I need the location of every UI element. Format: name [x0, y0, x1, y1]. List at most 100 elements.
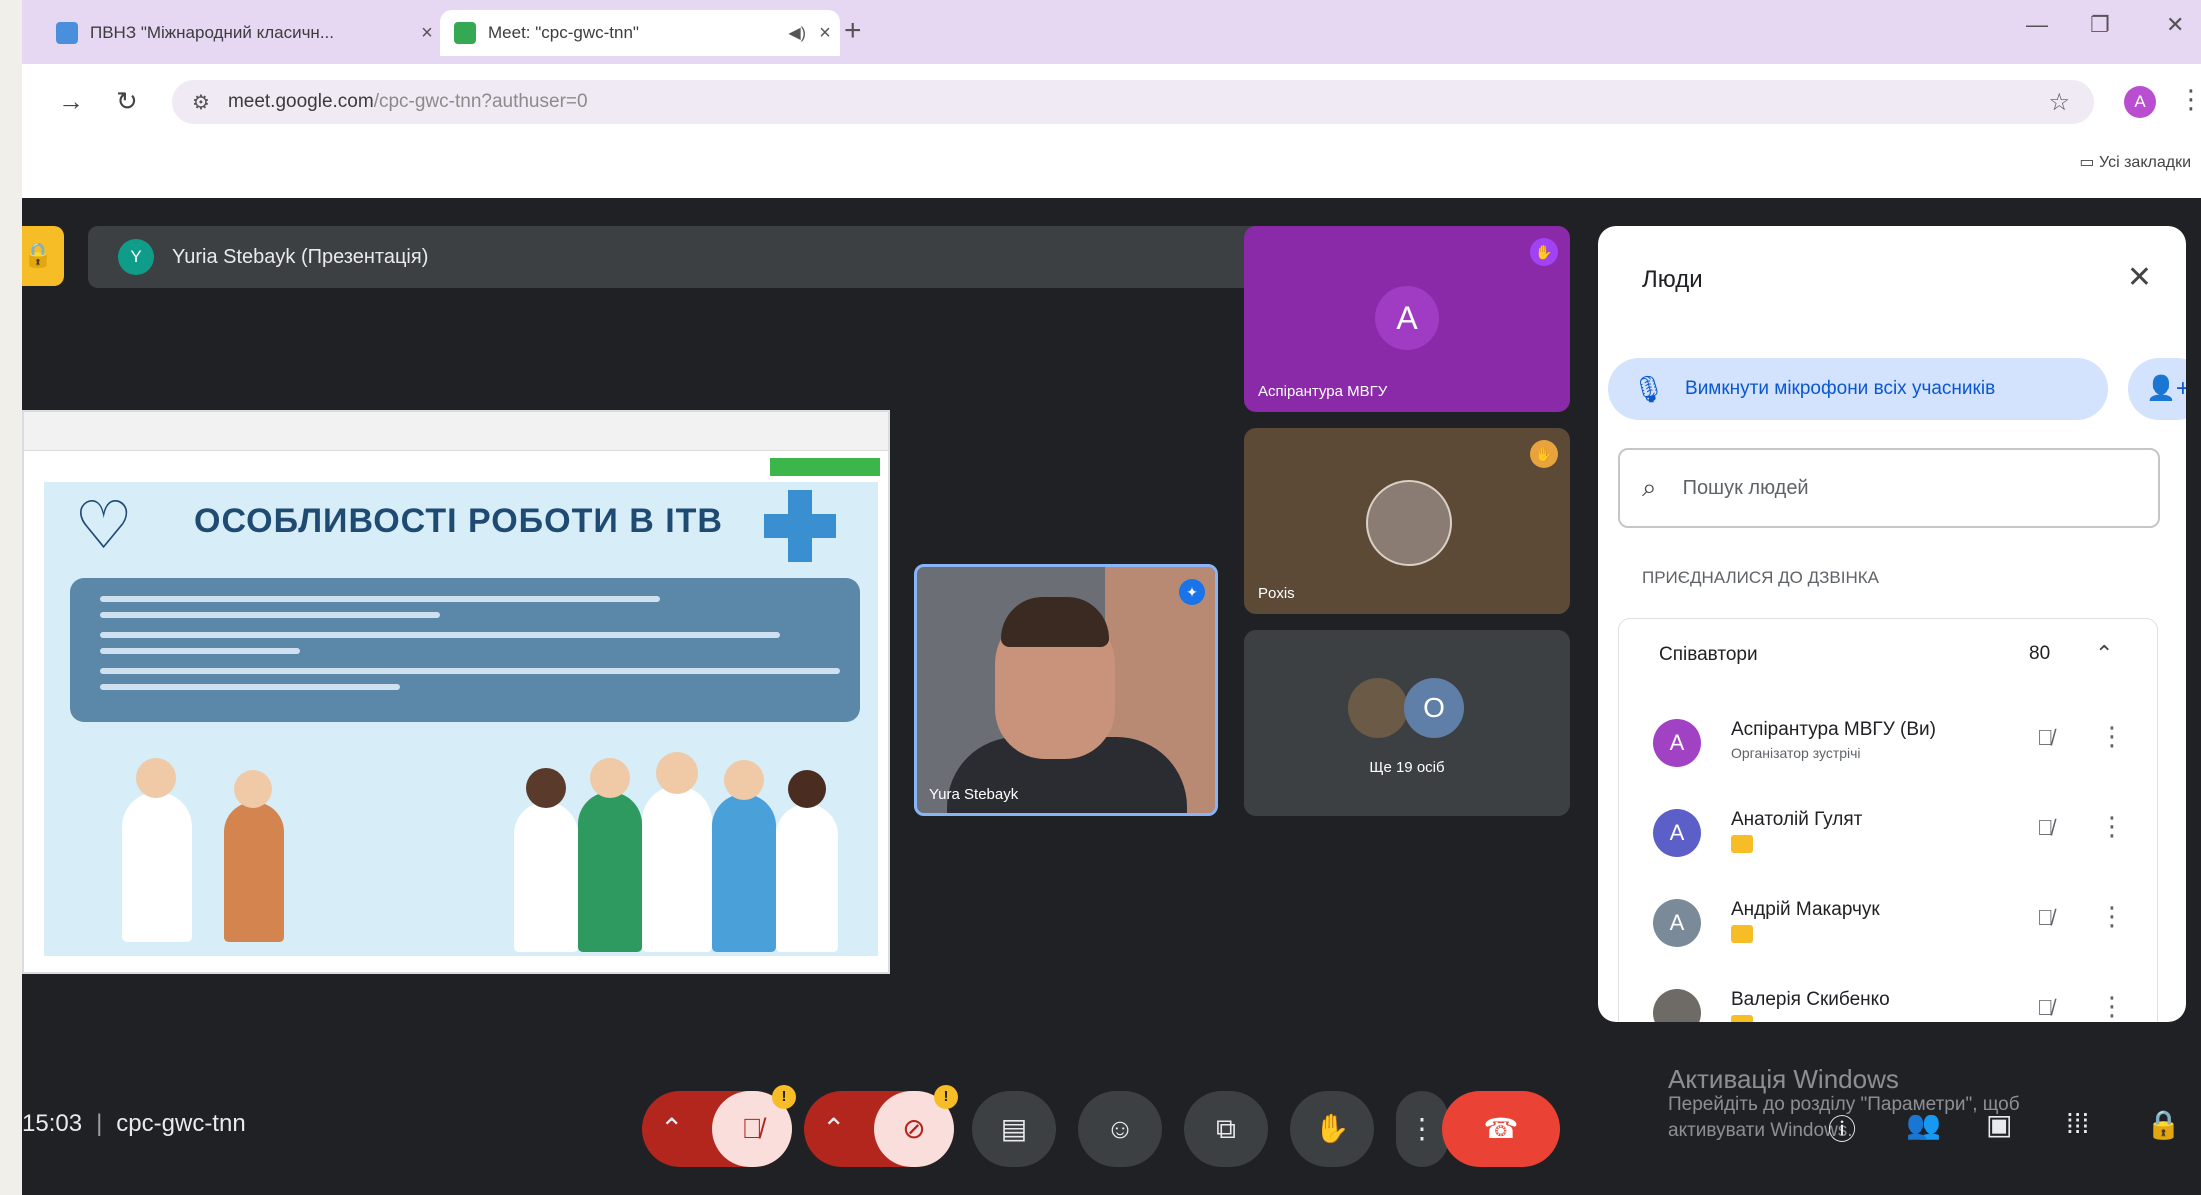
slide-text-line — [100, 632, 780, 638]
pin-icon[interactable]: ✦ — [1179, 579, 1205, 605]
mic-options-chevron-icon[interactable]: ⌃ — [660, 1091, 683, 1167]
raised-hand-icon: ✋ — [1530, 238, 1558, 266]
shared-window-button — [770, 458, 880, 476]
person-name: Андрій Макарчук — [1731, 899, 1880, 920]
hand-badge-icon — [1731, 1015, 1753, 1022]
add-people-button[interactable]: 👤+ — [2128, 358, 2186, 420]
section-heading: ПРИЄДНАЛИСЯ ДО ДЗВІНКА — [1642, 568, 1879, 587]
microphone-button[interactable]: 🎙̸! — [712, 1085, 796, 1167]
reload-icon[interactable]: ↻ — [116, 86, 138, 117]
captions-button[interactable]: ▤ — [972, 1091, 1056, 1167]
hand-badge-icon — [1731, 925, 1753, 943]
forward-icon[interactable]: → — [58, 86, 84, 117]
warning-icon: ! — [934, 1085, 958, 1109]
presentation-screen[interactable]: ♡ ОСОБЛИВОСТІ РОБОТИ В ІТВ — [22, 410, 890, 974]
person-name: Валерія Скибенко — [1731, 989, 1890, 1010]
person-row[interactable]: Валерія Скибенко 🎙̸ ⋮ — [1619, 975, 2157, 1022]
close-tab-icon[interactable]: × — [412, 22, 442, 45]
participant-name: Yura Stebayk — [929, 786, 1019, 803]
participant-name: Poxis — [1258, 585, 1295, 602]
address-bar[interactable]: ⚙ meet.google.com/cpc-gwc-tnn?authuser=0… — [172, 80, 2094, 124]
more-options-button[interactable]: ⋮ — [1396, 1091, 1448, 1167]
browser-toolbar: → ↻ ⚙ meet.google.com/cpc-gwc-tnn?authus… — [22, 64, 2201, 140]
participant-tile[interactable]: ✋ A Аспірантура МВГУ — [1244, 226, 1570, 412]
raise-hand-button[interactable]: ✋ — [1290, 1091, 1374, 1167]
people-icon[interactable]: 👥 — [1906, 1108, 1941, 1141]
browser-window: ПВНЗ "Міжнародний класичн... × Meet: "cp… — [22, 0, 2201, 1195]
tab-university[interactable]: ПВНЗ "Міжнародний класичн... × — [42, 10, 442, 56]
group-name: Співавтори — [1659, 644, 1758, 665]
person-row[interactable]: A Аспірантура МВГУ (Ви) Організатор зуст… — [1619, 705, 2157, 785]
slide-content: ♡ ОСОБЛИВОСТІ РОБОТИ В ІТВ — [44, 482, 878, 956]
speaker-icon[interactable]: ◀) — [788, 23, 806, 43]
site-settings-icon[interactable]: ⚙ — [192, 90, 210, 115]
presenter-name: Yuria Stebayk (Презентація) — [172, 245, 429, 268]
slide-text-box — [70, 578, 860, 722]
person-row[interactable]: A Анатолій Гулят 🎙̸ ⋮ — [1619, 795, 2157, 875]
more-options-icon[interactable]: ⋮ — [2099, 991, 2125, 1022]
camera-control-group: ⌃ ⊘! — [804, 1085, 958, 1167]
slide-text-line — [100, 596, 660, 602]
activities-icon[interactable]: ⁞⁞⁞ — [2066, 1108, 2089, 1140]
others-count: Ще 19 осіб — [1369, 759, 1445, 776]
panel-title: Люди — [1642, 266, 1703, 293]
close-panel-icon[interactable]: ✕ — [2127, 260, 2152, 295]
more-options-icon[interactable]: ⋮ — [2099, 811, 2125, 842]
raised-hand-icon: ✋ — [1530, 440, 1558, 468]
camera-button[interactable]: ⊘! — [874, 1085, 958, 1167]
participant-tile-speaker[interactable]: ✦ Yura Stebayk — [914, 564, 1218, 816]
mute-all-button[interactable]: 🎙 Вимкнути мікрофони всіх учасників — [1608, 358, 2108, 420]
person-name: Анатолій Гулят — [1731, 809, 1863, 830]
mic-off-icon[interactable]: 🎙̸ — [2037, 815, 2054, 841]
meeting-info: 15:03 | cpc-gwc-tnn — [22, 1110, 246, 1137]
meeting-code: cpc-gwc-tnn — [116, 1110, 246, 1137]
chat-icon[interactable]: ▣ — [1986, 1108, 2012, 1141]
host-controls-lock-icon[interactable]: 🔒 — [2146, 1108, 2181, 1141]
profile-avatar[interactable]: A — [2124, 86, 2156, 118]
collapse-chevron-icon[interactable]: ⌃ — [2095, 641, 2113, 667]
present-screen-button[interactable]: ⧉ — [1184, 1091, 1268, 1167]
site-favicon-icon — [56, 22, 78, 44]
others-tile[interactable]: O Ще 19 осіб — [1244, 630, 1570, 816]
new-tab-icon[interactable]: + — [844, 14, 862, 48]
slide-text-line — [100, 648, 300, 654]
url-text: meet.google.com/cpc-gwc-tnn?authuser=0 — [227, 91, 588, 112]
mic-control-group: ⌃ 🎙̸! — [642, 1085, 796, 1167]
restore-icon[interactable]: ❐ — [2090, 12, 2110, 38]
reactions-button[interactable]: ☺ — [1078, 1091, 1162, 1167]
group-count: 80 — [2029, 643, 2051, 664]
slide-text-line — [100, 612, 440, 618]
participant-name: Аспірантура МВГУ — [1258, 383, 1388, 400]
presenter-avatar: Y — [118, 239, 154, 275]
leave-call-button[interactable]: ☎ — [1442, 1091, 1560, 1167]
tab-title: ПВНЗ "Міжнародний класичн... — [90, 23, 334, 42]
host-controls-icon[interactable]: 🔒 — [22, 226, 64, 286]
bookmark-star-icon[interactable]: ☆ — [2048, 88, 2070, 117]
contributors-group: Співавтори 80 ⌃ A Аспірантура МВГУ (Ви) … — [1618, 618, 2158, 1022]
participant-tile[interactable]: ✋ Poxis — [1244, 428, 1570, 614]
bookmark-bar: ▭ Усі закладки — [22, 140, 2201, 198]
mic-off-icon: 🎙 — [1632, 373, 1666, 404]
participant-avatar — [1366, 480, 1452, 566]
search-placeholder: Пошук людей — [1682, 476, 1809, 499]
tab-meet[interactable]: Meet: "cpc-gwc-tnn" ◀) × — [440, 10, 840, 56]
person-row[interactable]: A Андрій Макарчук 🎙̸ ⋮ — [1619, 885, 2157, 965]
person-avatar: A — [1653, 809, 1701, 857]
hand-badge-icon — [1731, 835, 1753, 853]
search-people-input[interactable]: ⌕ Пошук людей — [1618, 448, 2160, 528]
camera-options-chevron-icon[interactable]: ⌃ — [822, 1091, 845, 1167]
mic-off-icon[interactable]: 🎙̸ — [2037, 905, 2054, 931]
browser-menu-icon[interactable]: ⋮ — [2178, 84, 2201, 115]
person-avatar: A — [1653, 719, 1701, 767]
mic-off-icon[interactable]: 🎙̸ — [2037, 995, 2054, 1021]
more-options-icon[interactable]: ⋮ — [2099, 901, 2125, 932]
close-window-icon[interactable]: ✕ — [2166, 12, 2184, 38]
more-options-icon[interactable]: ⋮ — [2099, 721, 2125, 752]
all-bookmarks-button[interactable]: ▭ Усі закладки — [2079, 152, 2191, 172]
slide-text-line — [100, 668, 840, 674]
close-tab-icon[interactable]: × — [810, 22, 840, 45]
mic-off-icon[interactable]: 🎙̸ — [2037, 725, 2054, 751]
mute-all-label: Вимкнути мікрофони всіх учасників — [1685, 378, 1996, 399]
minimize-icon[interactable]: — — [2026, 12, 2048, 38]
meeting-details-icon[interactable]: ⓘ — [1828, 1108, 1856, 1148]
